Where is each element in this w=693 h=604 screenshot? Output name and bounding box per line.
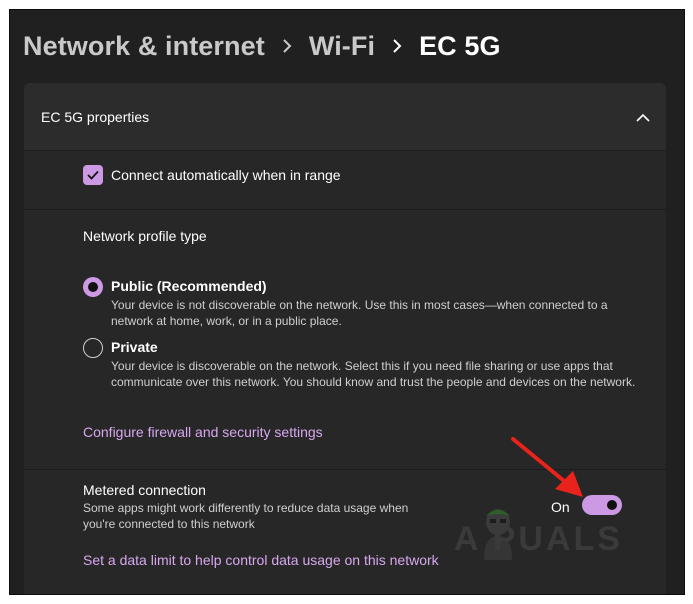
connect-automatically-label: Connect automatically when in range	[111, 167, 341, 183]
public-radio[interactable]	[83, 277, 103, 297]
connect-automatically-row[interactable]: Connect automatically when in range	[83, 165, 341, 185]
network-profile-title: Network profile type	[83, 228, 207, 244]
private-radio[interactable]	[83, 338, 103, 358]
divider	[24, 209, 666, 210]
private-radio-title: Private	[111, 339, 158, 355]
metered-connection-title: Metered connection	[83, 482, 206, 498]
checkmark-icon	[87, 170, 99, 180]
public-radio-description: Your device is not discoverable on the n…	[111, 298, 608, 328]
chevron-right-icon	[265, 37, 309, 55]
breadcrumb-item-wifi[interactable]: Wi-Fi	[309, 31, 375, 62]
page-title: EC 5G	[419, 30, 501, 61]
red-arrow-icon	[511, 437, 583, 497]
data-limit-link[interactable]: Set a data limit to help control data us…	[83, 552, 439, 568]
watermark-text: A PUALS	[454, 520, 623, 558]
properties-header[interactable]: EC 5G properties	[24, 83, 666, 150]
chevron-up-icon[interactable]	[636, 110, 650, 128]
connect-automatically-checkbox[interactable]	[83, 165, 103, 185]
public-radio-title: Public (Recommended)	[111, 278, 267, 294]
radio-option-private[interactable]: Private Your device is discoverable on t…	[83, 338, 643, 406]
breadcrumb: Network & internet Wi-Fi EC 5G	[23, 26, 501, 66]
chevron-right-icon	[375, 37, 419, 55]
firewall-settings-link[interactable]: Configure firewall and security settings	[83, 424, 323, 440]
breadcrumb-item-network[interactable]: Network & internet	[23, 31, 265, 62]
settings-window: Network & internet Wi-Fi EC 5G EC 5G pro…	[9, 9, 685, 595]
private-radio-description: Your device is discoverable on the netwo…	[111, 359, 636, 389]
properties-title: EC 5G properties	[41, 108, 150, 125]
properties-body: Connect automatically when in range Netw…	[24, 151, 666, 594]
radio-option-public[interactable]: Public (Recommended) Your device is not …	[83, 277, 643, 329]
metered-connection-description: Some apps might work differently to redu…	[83, 501, 409, 531]
watermark: A PUALS	[454, 506, 674, 566]
